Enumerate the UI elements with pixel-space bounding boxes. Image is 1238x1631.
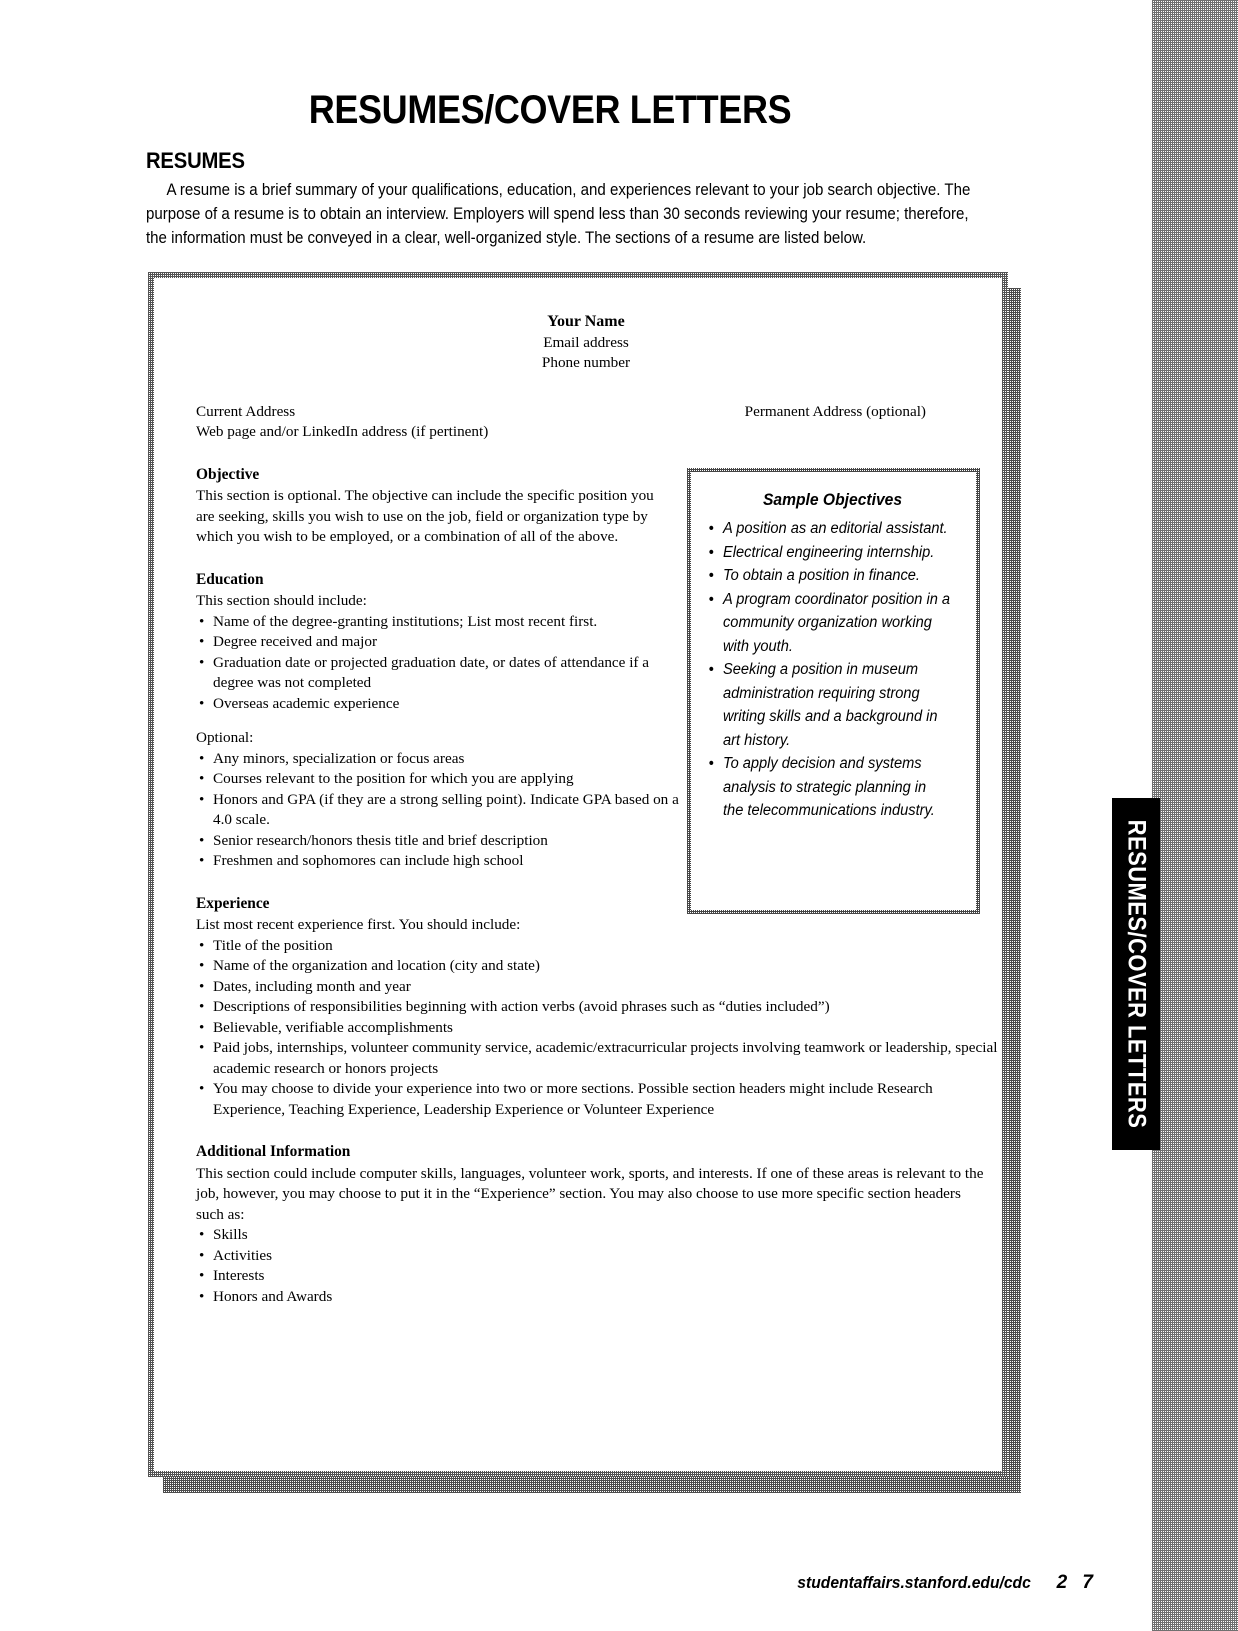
document-page: RESUMES/COVER LETTERS RESUMES/COVER LETT… xyxy=(0,0,1238,1631)
list-item: Interests xyxy=(199,1266,1002,1287)
resume-permanent-address: Permanent Address (optional) xyxy=(744,402,926,420)
list-item: A program coordinator position in a comm… xyxy=(709,588,950,659)
list-item: You may choose to divide your experience… xyxy=(199,1079,1002,1120)
resume-section-experience: Experience List most recent experience f… xyxy=(196,894,997,1121)
sample-objectives-box: Sample Objectives A position as an edito… xyxy=(687,468,980,914)
list-item: Overseas academic experience xyxy=(199,694,688,715)
resume-education-optional-list: Any minors, specialization or focus area… xyxy=(196,749,688,872)
resume-additional-heading: Additional Information xyxy=(196,1143,351,1160)
list-item: Name of the organization and location (c… xyxy=(199,956,1002,977)
resume-web-address: Web page and/or LinkedIn address (if per… xyxy=(196,423,489,440)
resume-section-additional: Additional Information This section coul… xyxy=(196,1142,996,1307)
footer-url: studentaffairs.stanford.edu/cdc xyxy=(797,1573,1031,1592)
list-item: Any minors, specialization or focus area… xyxy=(199,749,688,770)
intro-block: RESUMES A resume is a brief summary of y… xyxy=(146,148,991,250)
resume-email: Email address xyxy=(543,333,629,351)
resume-additional-body: This section could include computer skil… xyxy=(196,1164,984,1223)
section-side-tab: RESUMES/COVER LETTERS xyxy=(1112,798,1160,1150)
list-item: Paid jobs, internships, volunteer commun… xyxy=(199,1038,1002,1079)
page-edge-texture xyxy=(1152,0,1238,1631)
resume-current-address: Current Address xyxy=(196,402,296,420)
resume-education-list: Name of the degree-granting institutions… xyxy=(196,612,688,715)
resume-address-row: Current Address Web page and/or LinkedIn… xyxy=(196,402,926,443)
list-item: Skills xyxy=(199,1225,1002,1246)
resume-objective-body: This section is optional. The objective … xyxy=(196,487,654,545)
list-item: Activities xyxy=(199,1246,1002,1267)
list-item: To obtain a position in finance. xyxy=(709,564,950,588)
list-item: Senior research/honors thesis title and … xyxy=(199,831,688,852)
list-item: Freshmen and sophomores can include high… xyxy=(199,851,688,872)
resume-phone: Phone number xyxy=(541,354,631,371)
list-item: Title of the position xyxy=(199,936,1002,957)
section-side-tab-label: RESUMES/COVER LETTERS xyxy=(1122,819,1151,1129)
sample-objectives-inner: Sample Objectives A position as an edito… xyxy=(691,472,976,910)
list-item: Honors and GPA (if they are a strong sel… xyxy=(199,790,688,831)
resume-name: Your Name xyxy=(547,313,625,330)
resume-additional-list: Skills Activities Interests Honors and A… xyxy=(196,1225,1002,1307)
list-item: Courses relevant to the position for whi… xyxy=(199,769,688,790)
list-item: A position as an editorial assistant. xyxy=(709,517,950,541)
sample-objectives-title: Sample Objectives xyxy=(762,490,903,509)
list-item: Electrical engineering internship. xyxy=(709,541,950,565)
resume-address-left: Current Address Web page and/or LinkedIn… xyxy=(196,402,488,443)
intro-heading: RESUMES xyxy=(146,148,245,173)
list-item: Degree received and major xyxy=(199,632,688,653)
list-item: Name of the degree-granting institutions… xyxy=(199,612,688,633)
list-item: To apply decision and systems analysis t… xyxy=(709,752,950,823)
resume-experience-list: Title of the position Name of the organi… xyxy=(196,936,1002,1121)
resume-header: Your Name Email address Phone number xyxy=(176,312,996,374)
page-title: RESUMES/COVER LETTERS xyxy=(308,88,792,132)
list-item: Honors and Awards xyxy=(199,1287,1002,1308)
list-item: Believable, verifiable accomplishments xyxy=(199,1018,1002,1039)
sample-objectives-list: A position as an editorial assistant. El… xyxy=(703,517,962,823)
resume-experience-lead: List most recent experience first. You s… xyxy=(196,916,521,933)
footer-page-number: 2 7 xyxy=(1056,1572,1098,1593)
list-item: Graduation date or projected graduation … xyxy=(199,653,688,694)
list-item: Dates, including month and year xyxy=(199,977,1002,998)
page-footer: studentaffairs.stanford.edu/cdc 2 7 xyxy=(0,1572,1098,1594)
list-item: Descriptions of responsibilities beginni… xyxy=(199,997,1002,1018)
list-item: Seeking a position in museum administrat… xyxy=(709,658,950,752)
intro-paragraph: A resume is a brief summary of your qual… xyxy=(146,181,971,247)
